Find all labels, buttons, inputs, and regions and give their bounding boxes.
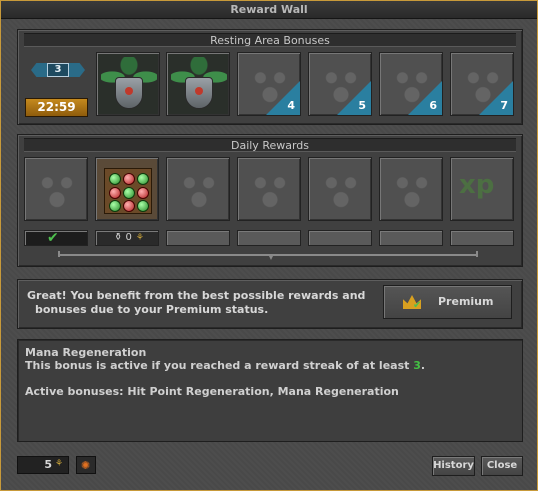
premium-message: Great! You benefit from the best possibl… bbox=[27, 289, 377, 317]
checkmark-icon: ✔ bbox=[413, 300, 422, 311]
daily-reward-slot-3[interactable] bbox=[166, 157, 230, 221]
progress-cap bbox=[476, 251, 478, 257]
streak-count: 3 bbox=[47, 63, 69, 77]
premium-info-panel: Great! You benefit from the best possibl… bbox=[17, 279, 523, 329]
daily-reward-slot-2[interactable] bbox=[95, 157, 159, 221]
bonus-heading: Mana Regeneration bbox=[25, 346, 147, 359]
premium-message-line-2: bonuses due to your Premium status. bbox=[35, 303, 269, 316]
jokers-count: 5 bbox=[44, 458, 52, 471]
bonus-details-panel: Mana Regeneration This bonus is active i… bbox=[17, 339, 523, 442]
premium-message-line-1: Great! You benefit from the best possibl… bbox=[27, 289, 366, 302]
active-bonuses: Active bonuses: Hit Point Regeneration, … bbox=[25, 385, 399, 398]
xp-boost-icon: xp bbox=[459, 170, 495, 200]
resting-bonus-slot-1[interactable] bbox=[96, 52, 160, 116]
day-3-status bbox=[166, 230, 230, 246]
day-5-status bbox=[308, 230, 372, 246]
daily-reward-slot-4[interactable] bbox=[237, 157, 301, 221]
premium-button[interactable]: ✔ Premium bbox=[383, 285, 512, 319]
history-button[interactable]: History bbox=[432, 456, 475, 476]
streak-progress-line bbox=[58, 251, 478, 260]
bonus-requirement: This bonus is active if you reached a re… bbox=[25, 359, 515, 372]
premium-button-label: Premium bbox=[438, 295, 494, 308]
day-7-status bbox=[450, 230, 514, 246]
daily-reward-slot-7[interactable]: xp bbox=[450, 157, 514, 221]
daily-reward-slot-1[interactable] bbox=[24, 157, 88, 221]
day-6-status bbox=[379, 230, 443, 246]
resting-bonus-slot-3[interactable]: 4 bbox=[237, 52, 301, 116]
potion-chest-icon bbox=[104, 168, 152, 214]
progress-cap bbox=[58, 251, 60, 257]
instant-reward-access-button[interactable]: ✺ bbox=[76, 456, 96, 474]
joker-icon: ⚘ bbox=[55, 459, 64, 469]
potions-icon bbox=[33, 166, 81, 214]
daily-reward-slot-6[interactable] bbox=[379, 157, 443, 221]
day-2-status[interactable]: ⚱ 0 ⚘ bbox=[95, 230, 159, 246]
daily-reward-slot-5[interactable] bbox=[308, 157, 372, 221]
rune-grid-icon bbox=[388, 166, 436, 214]
bonus-level: 7 bbox=[500, 99, 508, 112]
day-4-status bbox=[237, 230, 301, 246]
resting-bonus-slot-6[interactable]: 7 bbox=[450, 52, 514, 116]
bonus-level: 4 bbox=[287, 99, 295, 112]
resting-bonus-slot-5[interactable]: 6 bbox=[379, 52, 443, 116]
reward-access-icon: ✺ bbox=[81, 459, 91, 472]
resting-bonus-slot-4[interactable]: 5 bbox=[308, 52, 372, 116]
streak-timer: 22:59 bbox=[25, 98, 88, 117]
dragon-shield-icon bbox=[115, 77, 143, 109]
requirement-streak: 3 bbox=[413, 359, 421, 372]
dragon-shield-icon bbox=[185, 77, 213, 109]
streak-badge: 3 bbox=[31, 63, 85, 77]
joker-icon: ⚘ bbox=[135, 233, 144, 243]
requirement-suffix: . bbox=[420, 359, 426, 372]
potions-icon bbox=[317, 166, 365, 214]
resting-area-title: Resting Area Bonuses bbox=[24, 33, 516, 47]
checkmark-icon: ✔ bbox=[47, 230, 59, 246]
rune-grid-icon bbox=[175, 166, 223, 214]
day-1-status: ✔ bbox=[24, 230, 88, 246]
close-button[interactable]: Close bbox=[481, 456, 523, 476]
daily-rewards-title: Daily Rewards bbox=[24, 138, 516, 152]
reward-wall-window: Reward Wall Resting Area Bonuses 3 22:59… bbox=[0, 0, 538, 491]
resting-bonus-slot-2[interactable] bbox=[166, 52, 230, 116]
requirement-prefix: This bonus is active if you reached a re… bbox=[25, 359, 414, 372]
jewel-icon: ⚱ bbox=[113, 232, 126, 243]
potions-icon bbox=[246, 166, 294, 214]
bonus-level: 6 bbox=[429, 99, 437, 112]
bonus-level: 5 bbox=[358, 99, 366, 112]
window-title: Reward Wall bbox=[1, 1, 537, 19]
reward-cost: 0 bbox=[125, 232, 132, 243]
